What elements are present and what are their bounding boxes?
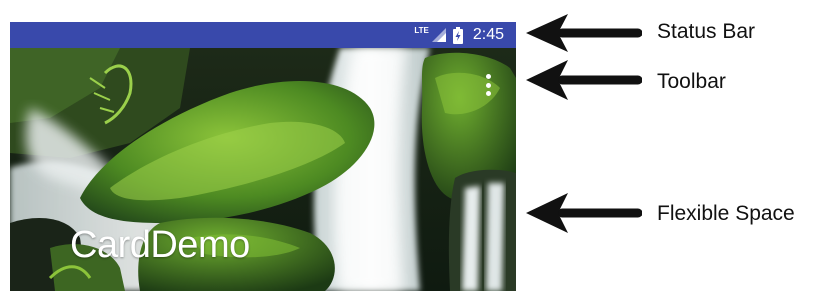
lte-label: LTE bbox=[414, 25, 429, 35]
toolbar-label: Toolbar bbox=[657, 70, 726, 93]
status-icons: LTE 2:45 bbox=[414, 22, 504, 48]
menu-dot bbox=[485, 91, 491, 96]
signal-icon bbox=[431, 27, 447, 43]
status-bar-arrow-icon bbox=[526, 14, 642, 52]
menu-dot bbox=[485, 82, 491, 88]
menu-dot bbox=[485, 74, 491, 79]
battery-charging-icon bbox=[452, 26, 463, 44]
flexible-space-arrow-icon bbox=[526, 193, 642, 233]
status-bar-label: Status Bar bbox=[657, 20, 756, 43]
flexible-space-label: Flexible Space bbox=[657, 202, 795, 225]
status-bar: LTE 2:45 bbox=[10, 22, 516, 48]
toolbar-arrow-icon bbox=[526, 60, 642, 100]
app-title: CardDemo bbox=[70, 224, 250, 266]
overflow-menu-icon[interactable] bbox=[484, 74, 492, 96]
phone-screenshot: LTE 2:45 CardDemo bbox=[10, 22, 516, 291]
clock: 2:45 bbox=[472, 26, 504, 43]
